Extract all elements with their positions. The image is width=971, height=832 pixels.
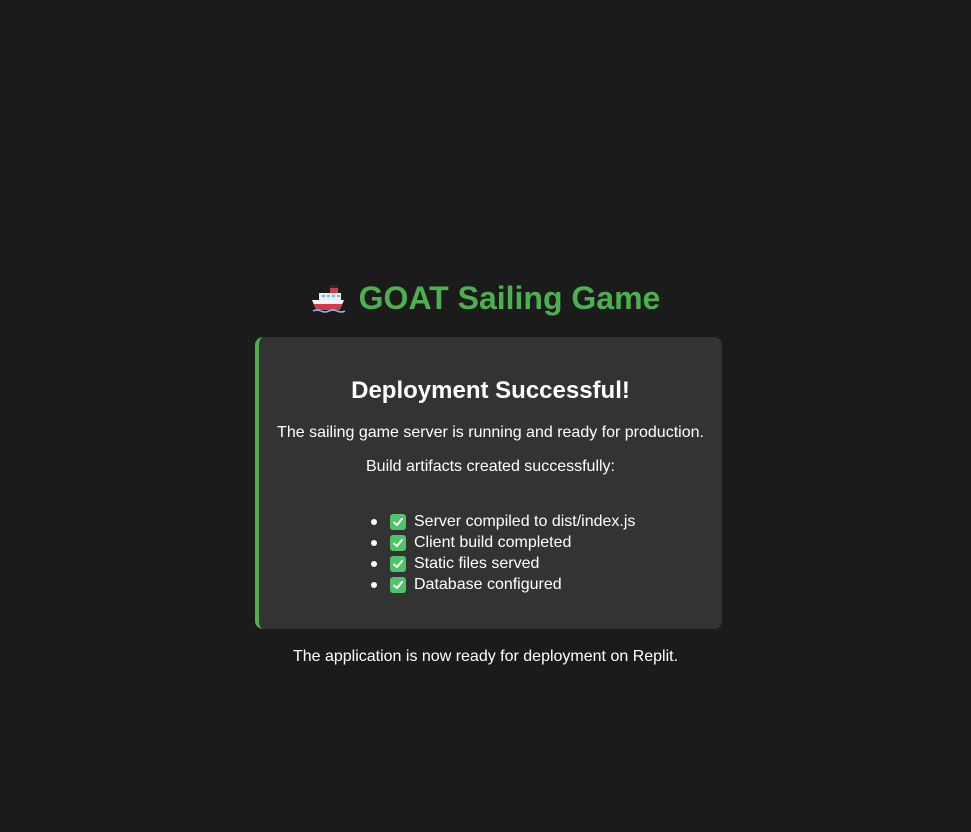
- check-mark-icon: [390, 534, 406, 551]
- list-item: Server compiled to dist/index.js: [371, 511, 635, 532]
- status-message: The sailing game server is running and r…: [277, 424, 704, 441]
- check-mark-icon: [390, 576, 406, 593]
- artifact-label: Database configured: [414, 576, 562, 593]
- artifact-label: Server compiled to dist/index.js: [414, 513, 636, 530]
- artifact-label: Static files served: [414, 555, 540, 572]
- app-title: GOAT Sailing Game: [358, 280, 661, 316]
- bullet-icon: [371, 560, 377, 567]
- bullet-icon: [371, 539, 377, 546]
- artifacts-intro: Build artifacts created successfully:: [366, 458, 615, 475]
- check-mark-icon: [390, 555, 406, 572]
- status-heading: Deployment Successful!: [351, 377, 630, 404]
- page-header: GOAT Sailing Game: [0, 278, 971, 318]
- list-item: Database configured: [371, 574, 635, 595]
- list-item: Client build completed: [371, 532, 635, 553]
- artifact-list: Server compiled to dist/index.js Client …: [371, 511, 635, 595]
- bullet-icon: [371, 581, 377, 588]
- list-item: Static files served: [371, 553, 635, 574]
- artifact-label: Client build completed: [414, 534, 572, 551]
- deployment-page: GOAT Sailing Game Deployment Successful!…: [0, 0, 971, 832]
- bullet-icon: [371, 518, 377, 525]
- ship-icon: [311, 283, 345, 313]
- check-mark-icon: [390, 513, 406, 530]
- footer-message: The application is now ready for deploym…: [292, 648, 679, 665]
- status-card: Deployment Successful! The sailing game …: [255, 337, 722, 629]
